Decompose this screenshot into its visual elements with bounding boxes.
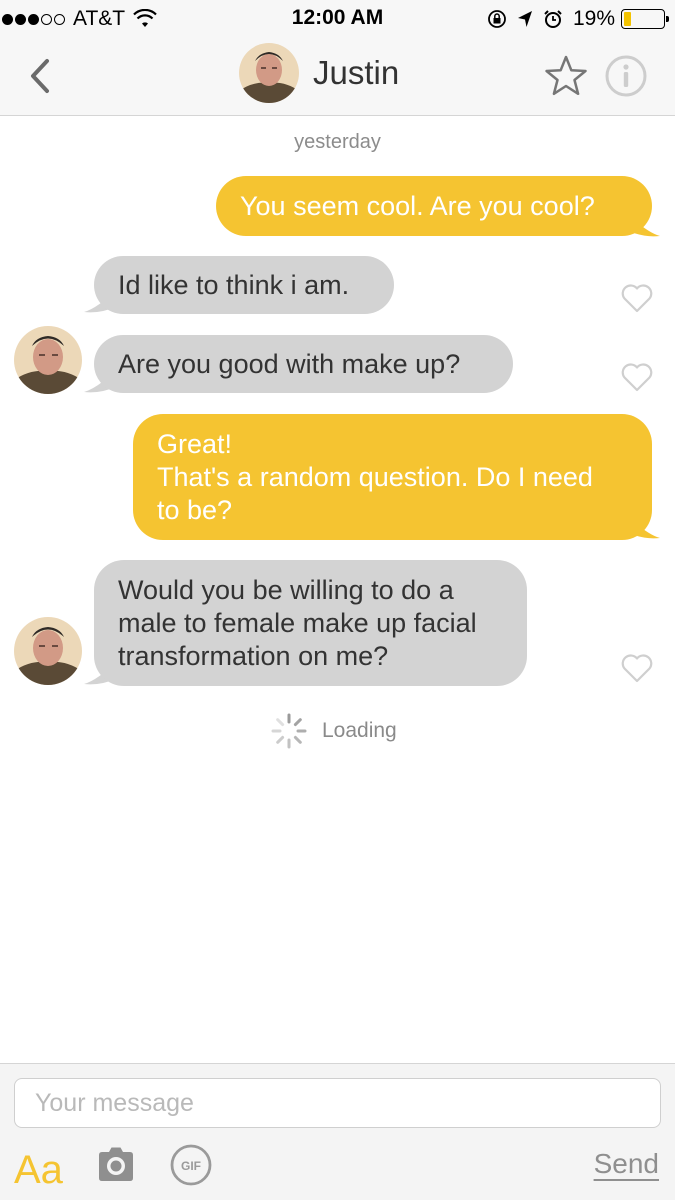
date-separator: yesterday (294, 131, 381, 153)
like-heart-icon[interactable] (620, 652, 654, 684)
back-button[interactable] (22, 56, 58, 96)
like-heart-icon[interactable] (620, 361, 654, 393)
message-bubble-incoming[interactable]: Id like to think i am. (94, 256, 394, 314)
loading-label: Loading (322, 719, 397, 742)
status-bar: AT&T 12:00 AM 19% (0, 0, 675, 40)
info-icon (605, 55, 647, 97)
message-bubble-incoming[interactable]: Are you good with make up? (94, 335, 513, 393)
message-bubble-outgoing[interactable]: You seem cool. Are you cool? (216, 176, 652, 236)
contact-name[interactable]: Justin (313, 54, 399, 92)
message-bubble-incoming[interactable]: Would you be willing to do a male to fem… (94, 560, 527, 686)
favorite-button[interactable] (544, 54, 588, 98)
orientation-lock-icon (488, 10, 506, 28)
sender-avatar[interactable] (14, 617, 82, 685)
location-icon (517, 11, 532, 27)
back-chevron-icon (31, 59, 49, 93)
gif-icon[interactable]: GIF (170, 1144, 212, 1186)
camera-icon[interactable] (96, 1144, 136, 1184)
message-input[interactable] (14, 1078, 661, 1128)
loading-indicator: Loading (270, 712, 397, 750)
info-button[interactable] (604, 54, 648, 98)
message-composer: Aa GIF Send (0, 1063, 675, 1200)
battery-percent: 19% (572, 7, 615, 30)
contact-avatar[interactable] (239, 43, 299, 103)
spinner-icon (271, 713, 307, 749)
sender-avatar[interactable] (14, 326, 82, 394)
alarm-icon (544, 10, 562, 28)
like-heart-icon[interactable] (620, 282, 654, 314)
svg-text:GIF: GIF (181, 1159, 201, 1173)
battery-icon (621, 9, 669, 29)
chat-header: Justin (0, 40, 675, 116)
battery-level-fill (624, 12, 632, 26)
message-bubble-outgoing[interactable]: Great! That's a random question. Do I ne… (133, 414, 652, 540)
star-icon (545, 55, 587, 96)
font-style-button[interactable]: Aa (14, 1146, 63, 1194)
status-right: 19% (487, 6, 669, 32)
send-button[interactable]: Send (594, 1148, 659, 1180)
